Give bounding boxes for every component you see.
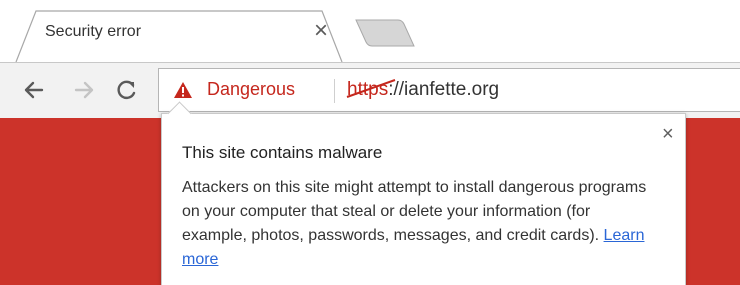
tab-title: Security error — [45, 23, 142, 40]
tab-strip: Security error × — [0, 0, 740, 63]
url-host: ://ianfette.org — [388, 79, 500, 100]
bubble-close-icon[interactable]: × — [662, 124, 674, 144]
url-scheme-strikethrough: https — [346, 79, 396, 100]
back-arrow-icon[interactable] — [20, 73, 48, 107]
omnibox-divider — [334, 79, 335, 103]
forward-arrow-icon[interactable] — [70, 73, 98, 107]
bubble-body-text: Attackers on this site might attempt to … — [182, 179, 647, 244]
strikethrough-line — [346, 79, 396, 98]
new-tab-button[interactable] — [354, 18, 416, 48]
tab-security-error[interactable]: Security error × — [14, 10, 344, 63]
security-chip-label[interactable]: Dangerous — [207, 79, 295, 100]
page-info-bubble: × This site contains malware Attackers o… — [161, 101, 686, 285]
browser-toolbar: Dangerous https://ianfette.org — [0, 62, 740, 119]
url-text[interactable]: https://ianfette.org — [346, 79, 500, 101]
omnibox[interactable]: Dangerous https://ianfette.org — [158, 68, 740, 112]
warning-triangle-icon[interactable] — [173, 81, 193, 99]
bubble-description: Attackers on this site might attempt to … — [182, 176, 652, 272]
tab-close-icon[interactable]: × — [314, 18, 328, 44]
bubble-title: This site contains malware — [182, 143, 383, 162]
reload-icon[interactable] — [112, 73, 140, 107]
